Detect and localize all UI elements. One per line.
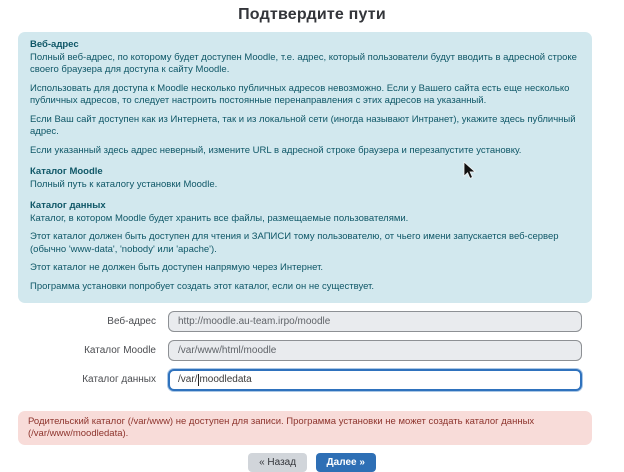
form-row-moodle-dir: Каталог Moodle — [0, 340, 624, 361]
info-section-heading: Веб-адрес — [30, 39, 580, 52]
info-paragraph: Если Ваш сайт доступен как из Интернета,… — [30, 114, 580, 139]
back-button[interactable]: « Назад — [248, 453, 307, 472]
info-paragraph: Программа установки попробует создать эт… — [30, 281, 580, 294]
info-section-heading: Каталог Moodle — [30, 166, 580, 179]
form-row-data-dir: Каталог данных /var/moodledata — [0, 369, 624, 391]
moodle-dir-label: Каталог Moodle — [0, 345, 168, 356]
info-paragraph: Полный путь к каталогу установки Moodle. — [30, 179, 580, 192]
info-paragraph: Каталог, в котором Moodle будет хранить … — [30, 213, 580, 226]
info-paragraph: Этот каталог не должен быть доступен нап… — [30, 262, 580, 275]
web-address-input[interactable] — [168, 311, 582, 332]
info-paragraph: Полный веб-адрес, по которому будет дост… — [30, 52, 580, 77]
form-row-web-address: Веб-адрес — [0, 311, 624, 332]
data-dir-input[interactable]: /var/moodledata — [168, 369, 582, 391]
info-paragraph: Использовать для доступа к Moodle нескол… — [30, 83, 580, 108]
moodle-dir-input[interactable] — [168, 340, 582, 361]
data-dir-value-after-caret: moodledata — [199, 374, 251, 385]
paths-form: Веб-адрес Каталог Moodle Каталог данных … — [0, 311, 624, 391]
data-dir-label: Каталог данных — [0, 374, 168, 385]
web-address-label: Веб-адрес — [0, 316, 168, 327]
next-button[interactable]: Далее » — [316, 453, 376, 472]
info-paragraph: Этот каталог должен быть доступен для чт… — [30, 231, 580, 256]
info-box: Веб-адресПолный веб-адрес, по которому б… — [18, 32, 592, 303]
data-dir-value-before-caret: /var/ — [178, 374, 197, 385]
page-title: Подтвердите пути — [0, 6, 624, 24]
info-paragraph: Если указанный здесь адрес неверный, изм… — [30, 145, 580, 158]
error-message: Родительский каталог (/var/www) не досту… — [18, 411, 592, 446]
wizard-buttons: « Назад Далее » — [0, 452, 624, 472]
info-section-heading: Каталог данных — [30, 200, 580, 213]
